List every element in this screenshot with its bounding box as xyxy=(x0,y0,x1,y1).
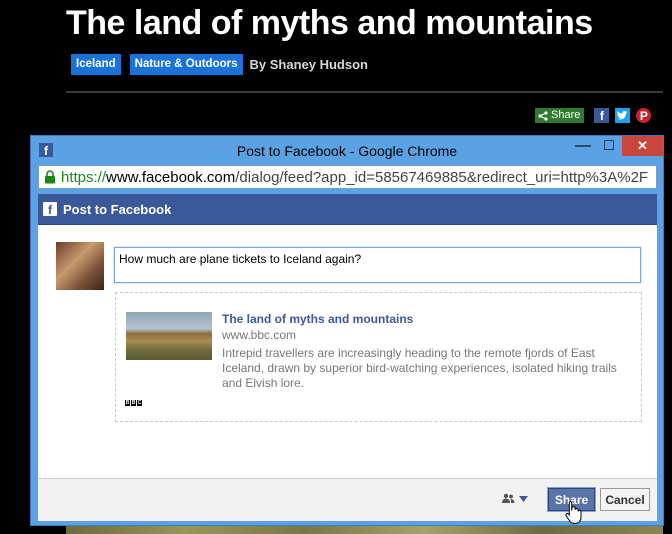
message-input[interactable]: How much are plane tickets to Iceland ag… xyxy=(114,247,641,283)
social-share-bar: Share f P xyxy=(535,108,652,123)
share-label: Share xyxy=(551,109,581,121)
avatar xyxy=(56,242,104,290)
divider xyxy=(66,91,663,93)
window-titlebar[interactable]: f Post to Facebook - Google Chrome — □ ✕ xyxy=(31,136,663,164)
lock-icon xyxy=(45,170,55,184)
bbc-logo-letter: B xyxy=(125,400,130,406)
minimize-button[interactable]: — xyxy=(570,136,596,156)
facebook-icon[interactable]: f xyxy=(594,108,610,123)
dialog-title: Post to Facebook xyxy=(63,201,172,217)
preview-title[interactable]: The land of myths and mountains xyxy=(222,312,413,326)
cancel-button[interactable]: Cancel xyxy=(600,488,650,511)
share-button[interactable]: Share xyxy=(535,108,585,123)
preview-thumbnail xyxy=(126,312,212,360)
url-host: www.facebook.com xyxy=(106,168,236,186)
preview-description: Intrepid travellers are increasingly hea… xyxy=(222,346,617,390)
tag-iceland[interactable]: Iceland xyxy=(71,54,121,75)
chrome-popup-window: f Post to Facebook - Google Chrome — □ ✕… xyxy=(30,135,664,526)
preview-domain: www.bbc.com xyxy=(222,328,297,342)
twitter-icon[interactable] xyxy=(615,108,631,123)
pinterest-icon[interactable]: P xyxy=(636,108,652,123)
bbc-logo-letter: B xyxy=(131,400,136,406)
close-button[interactable]: ✕ xyxy=(622,136,663,156)
article-meta: Iceland Nature & Outdoors By Shaney Huds… xyxy=(71,54,368,75)
chevron-down-icon xyxy=(519,495,528,502)
facebook-dialog: f Post to Facebook How much are plane ti… xyxy=(38,194,657,521)
url-scheme: https:// xyxy=(61,168,107,186)
friends-icon xyxy=(502,493,515,503)
share-icon xyxy=(538,110,548,121)
link-preview: The land of myths and mountains www.bbc.… xyxy=(115,292,642,422)
hand-cursor-icon xyxy=(565,501,582,524)
facebook-logo-icon: f xyxy=(43,202,57,217)
audience-selector[interactable] xyxy=(502,493,528,504)
address-bar[interactable]: https://www.facebook.com/dialog/feed?app… xyxy=(38,165,657,189)
bbc-logo: B B C xyxy=(125,400,143,406)
dialog-header: f Post to Facebook xyxy=(38,194,657,225)
url-path: /dialog/feed?app_id=58567469885&redirect… xyxy=(235,168,649,186)
maximize-button[interactable]: □ xyxy=(596,136,622,156)
tag-nature-outdoors[interactable]: Nature & Outdoors xyxy=(129,54,243,75)
bbc-logo-letter: C xyxy=(137,400,142,406)
byline: By Shaney Hudson xyxy=(249,57,368,72)
article-title: The land of myths and mountains xyxy=(66,4,593,42)
url-text: https://www.facebook.com/dialog/feed?app… xyxy=(61,169,648,186)
window-title: Post to Facebook - Google Chrome xyxy=(236,143,458,159)
